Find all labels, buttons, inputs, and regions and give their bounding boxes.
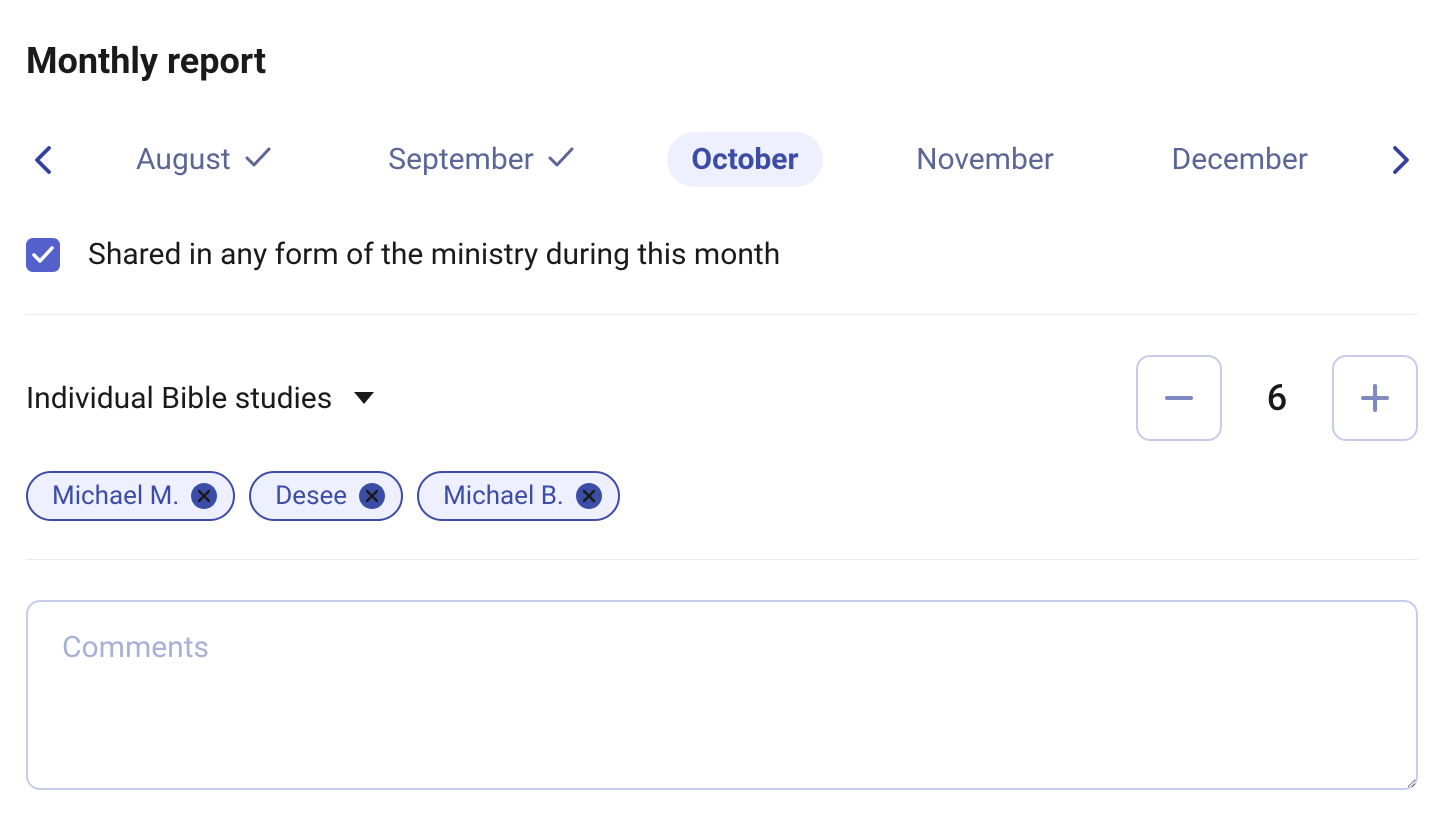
month-label: September bbox=[388, 142, 534, 177]
plus-icon bbox=[1357, 380, 1393, 416]
page-title: Monthly report bbox=[26, 40, 1418, 82]
chevron-right-icon bbox=[1392, 145, 1410, 175]
chip-remove-button[interactable] bbox=[359, 483, 385, 509]
month-tab-december[interactable]: December bbox=[1148, 132, 1332, 187]
people-chips: Michael M. Desee Michael B. bbox=[26, 471, 1418, 521]
chip-label: Michael B. bbox=[443, 481, 564, 511]
shared-checkbox-row: Shared in any form of the ministry durin… bbox=[26, 237, 1418, 272]
chip-remove-button[interactable] bbox=[576, 483, 602, 509]
studies-label: Individual Bible studies bbox=[26, 381, 332, 416]
month-label: December bbox=[1172, 142, 1308, 177]
check-icon bbox=[245, 142, 271, 177]
divider bbox=[26, 314, 1418, 315]
chip-label: Desee bbox=[275, 481, 347, 511]
next-month-button[interactable] bbox=[1384, 143, 1418, 177]
person-chip[interactable]: Michael B. bbox=[417, 471, 620, 521]
decrement-button[interactable] bbox=[1136, 355, 1222, 441]
month-tab-october[interactable]: October bbox=[667, 132, 822, 187]
person-chip[interactable]: Michael M. bbox=[26, 471, 235, 521]
month-tab-november[interactable]: November bbox=[892, 132, 1078, 187]
studies-dropdown[interactable]: Individual Bible studies bbox=[26, 381, 374, 416]
studies-stepper: 6 bbox=[1136, 355, 1418, 441]
comments-textarea[interactable] bbox=[26, 600, 1418, 790]
check-icon bbox=[32, 246, 54, 264]
increment-button[interactable] bbox=[1332, 355, 1418, 441]
month-navigation: August September October November December bbox=[26, 132, 1418, 187]
month-tab-august[interactable]: August bbox=[112, 132, 295, 187]
caret-down-icon bbox=[354, 392, 374, 404]
month-label: October bbox=[691, 142, 798, 177]
chevron-left-icon bbox=[34, 145, 52, 175]
shared-checkbox[interactable] bbox=[26, 238, 60, 272]
month-label: November bbox=[916, 142, 1054, 177]
prev-month-button[interactable] bbox=[26, 143, 60, 177]
close-icon bbox=[582, 489, 596, 503]
close-icon bbox=[197, 489, 211, 503]
studies-value: 6 bbox=[1262, 377, 1292, 419]
person-chip[interactable]: Desee bbox=[249, 471, 403, 521]
check-icon bbox=[548, 142, 574, 177]
shared-checkbox-label: Shared in any form of the ministry durin… bbox=[88, 237, 780, 272]
month-label: August bbox=[136, 142, 231, 177]
month-tab-september[interactable]: September bbox=[364, 132, 598, 187]
chip-remove-button[interactable] bbox=[191, 483, 217, 509]
chip-label: Michael M. bbox=[52, 481, 179, 511]
minus-icon bbox=[1161, 380, 1197, 416]
divider bbox=[26, 559, 1418, 560]
close-icon bbox=[365, 489, 379, 503]
studies-row: Individual Bible studies 6 bbox=[26, 355, 1418, 441]
months-row: August September October November December bbox=[72, 132, 1372, 187]
